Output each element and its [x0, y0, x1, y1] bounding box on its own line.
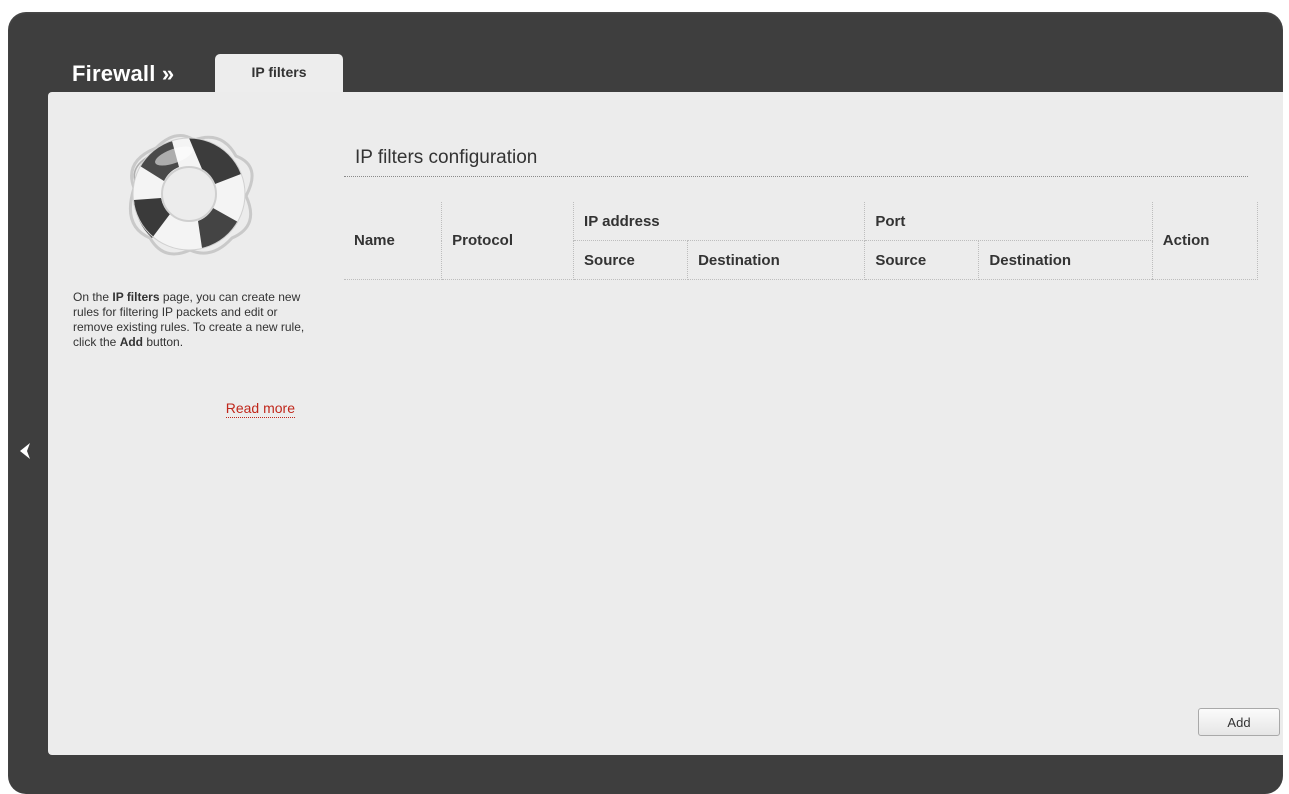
tab-ip-filters[interactable]: IP filters	[215, 54, 343, 94]
ip-filters-table: Name Protocol IP address Port Action Sou…	[344, 202, 1259, 280]
col-action: Action	[1152, 202, 1259, 280]
read-more-link[interactable]: Read more	[225, 400, 295, 418]
lifebuoy-icon	[114, 126, 264, 264]
app-frame: Firewall » IP filters On the IP filters …	[8, 12, 1283, 794]
help-text-part3: button.	[143, 335, 184, 349]
col-port-source: Source	[864, 240, 980, 280]
content-panel: On the IP filters page, you can create n…	[48, 92, 1283, 755]
col-ip-destination: Destination	[687, 240, 866, 280]
col-port-destination: Destination	[978, 240, 1153, 280]
table-header-row: Name Protocol IP address Port Action	[344, 202, 1259, 280]
read-more-container: Read more	[48, 400, 295, 418]
title-divider	[344, 176, 1248, 177]
help-text: On the IP filters page, you can create n…	[73, 290, 305, 350]
section-title: Firewall »	[72, 61, 175, 86]
col-port: Port	[864, 202, 1153, 241]
col-protocol: Protocol	[441, 202, 575, 280]
help-text-bold2: Add	[119, 335, 144, 349]
help-text-bold1: IP filters	[112, 290, 160, 304]
page-title: IP filters configuration	[355, 147, 538, 168]
help-text-part1: On the	[73, 290, 113, 304]
tab-ip-filters-label: IP filters	[251, 64, 307, 80]
add-button[interactable]: Add	[1198, 708, 1280, 736]
col-ip-source: Source	[573, 240, 689, 280]
chevron-left-icon[interactable]	[16, 440, 36, 462]
col-ip-address: IP address	[573, 202, 866, 241]
col-name: Name	[344, 202, 443, 280]
